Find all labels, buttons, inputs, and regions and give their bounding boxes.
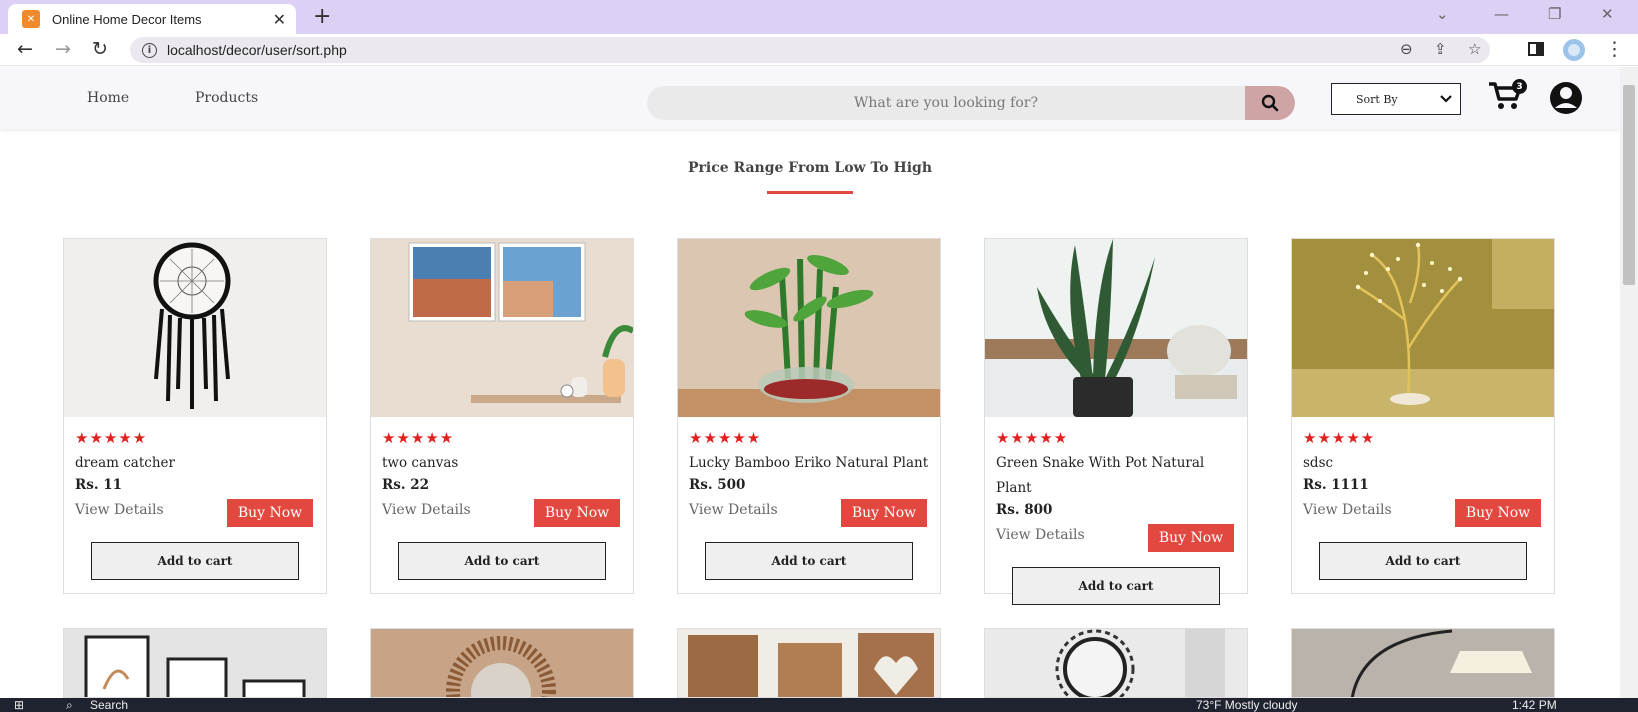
product-card: ★★★★★ sdsc Rs. 1111 View Details Buy Now… xyxy=(1291,238,1555,594)
buy-now-button[interactable]: Buy Now xyxy=(1148,524,1234,552)
product-card: ★★★★★ dream catcher Rs. 11 View Details … xyxy=(63,238,327,594)
view-details-link[interactable]: View Details xyxy=(382,502,471,518)
url-text: localhost/decor/user/sort.php xyxy=(167,42,347,58)
buy-now-button[interactable]: Buy Now xyxy=(841,499,927,527)
product-price: Rs. 500 xyxy=(689,477,746,493)
title-underline xyxy=(767,191,853,194)
product-price: Rs. 800 xyxy=(996,502,1053,518)
search-bar xyxy=(647,86,1295,120)
windows-start-icon[interactable]: ⊞ xyxy=(14,698,24,712)
close-tab-icon[interactable]: ✕ xyxy=(273,10,286,29)
zoom-icon[interactable]: ⊖ xyxy=(1400,40,1413,58)
product-name: two canvas xyxy=(382,455,459,471)
product-image[interactable] xyxy=(64,239,326,417)
profile-avatar-icon[interactable] xyxy=(1562,38,1586,66)
buy-now-button[interactable]: Buy Now xyxy=(534,499,620,527)
view-details-link[interactable]: View Details xyxy=(75,502,164,518)
xampp-icon: ✕ xyxy=(22,10,40,28)
browser-tab[interactable]: ✕ Online Home Decor Items ✕ xyxy=(8,4,296,34)
product-price: Rs. 1111 xyxy=(1303,477,1369,493)
product-image[interactable] xyxy=(985,239,1247,417)
rating-stars: ★★★★★ xyxy=(1303,429,1376,447)
page-scrollbar[interactable] xyxy=(1620,67,1638,700)
omnibox[interactable]: i localhost/decor/user/sort.php ⊖ ⇪ ☆ xyxy=(130,37,1490,63)
user-account-icon[interactable] xyxy=(1547,81,1585,119)
bookmark-star-icon[interactable]: ☆ xyxy=(1468,40,1481,58)
taskbar-search-icon[interactable]: ⌕ xyxy=(66,698,73,712)
reload-icon[interactable]: ↻ xyxy=(92,38,108,60)
nav-home-link[interactable]: Home xyxy=(87,90,129,106)
minimize-icon[interactable]: — xyxy=(1494,5,1509,23)
product-image[interactable] xyxy=(1292,239,1554,417)
add-to-cart-button[interactable]: Add to cart xyxy=(1012,567,1220,605)
view-details-link[interactable]: View Details xyxy=(689,502,778,518)
weather-text[interactable]: 73°F Mostly cloudy xyxy=(1196,698,1298,712)
taskbar-search-label[interactable]: Search xyxy=(90,698,128,712)
product-name: sdsc xyxy=(1303,455,1334,471)
product-card[interactable] xyxy=(370,628,634,698)
product-card[interactable] xyxy=(63,628,327,698)
search-input[interactable] xyxy=(647,86,1245,120)
side-panel-icon[interactable] xyxy=(1527,40,1545,62)
product-price: Rs. 11 xyxy=(75,477,123,493)
close-window-icon[interactable]: ✕ xyxy=(1601,5,1614,23)
view-details-link[interactable]: View Details xyxy=(1303,502,1392,518)
new-tab-icon[interactable]: + xyxy=(313,4,331,29)
product-card: ★★★★★ Green Snake With Pot Natural Plant… xyxy=(984,238,1248,605)
buy-now-button[interactable]: Buy Now xyxy=(227,499,313,527)
buy-now-button[interactable]: Buy Now xyxy=(1455,499,1541,527)
site-header: Home Products Sort By 3 xyxy=(0,67,1620,129)
menu-kebab-icon[interactable]: ⋮ xyxy=(1605,38,1624,60)
product-name: dream catcher xyxy=(75,455,175,471)
product-image[interactable] xyxy=(371,239,633,417)
rating-stars: ★★★★★ xyxy=(75,429,148,447)
add-to-cart-button[interactable]: Add to cart xyxy=(705,542,913,580)
product-image[interactable] xyxy=(678,239,940,417)
add-to-cart-button[interactable]: Add to cart xyxy=(91,542,299,580)
address-bar: ← → ↻ i localhost/decor/user/sort.php ⊖ … xyxy=(0,34,1638,66)
search-icon xyxy=(1261,94,1279,112)
product-name: Green Snake With Pot Natural Plant xyxy=(996,455,1205,496)
rating-stars: ★★★★★ xyxy=(689,429,762,447)
restore-icon[interactable]: ❐ xyxy=(1548,5,1561,23)
add-to-cart-button[interactable]: Add to cart xyxy=(398,542,606,580)
product-card[interactable] xyxy=(677,628,941,698)
browser-tab-bar: ✕ Online Home Decor Items ✕ + ⌄ — ❐ ✕ xyxy=(0,0,1638,34)
product-name: Lucky Bamboo Eriko Natural Plant xyxy=(689,455,929,471)
view-details-link[interactable]: View Details xyxy=(996,527,1085,543)
cart-count-badge: 3 xyxy=(1512,79,1527,94)
product-card: ★★★★★ two canvas Rs. 22 View Details Buy… xyxy=(370,238,634,594)
scrollbar-thumb[interactable] xyxy=(1623,85,1635,285)
tab-search-chevron-icon[interactable]: ⌄ xyxy=(1436,5,1449,23)
product-price: Rs. 22 xyxy=(382,477,430,493)
forward-icon[interactable]: → xyxy=(55,38,71,60)
chevron-down-icon xyxy=(1440,95,1452,103)
product-card: ★★★★★ Lucky Bamboo Eriko Natural Plant R… xyxy=(677,238,941,594)
share-icon[interactable]: ⇪ xyxy=(1434,40,1447,58)
product-card[interactable] xyxy=(984,628,1248,698)
sort-by-select[interactable]: Sort By xyxy=(1331,83,1461,115)
nav-products-link[interactable]: Products xyxy=(195,90,258,106)
back-icon[interactable]: ← xyxy=(17,38,33,60)
search-button[interactable] xyxy=(1245,86,1295,120)
product-card[interactable] xyxy=(1291,628,1555,698)
rating-stars: ★★★★★ xyxy=(382,429,455,447)
section-title: Price Range From Low To High xyxy=(687,160,933,176)
add-to-cart-button[interactable]: Add to cart xyxy=(1319,542,1527,580)
tab-title: Online Home Decor Items xyxy=(52,11,202,27)
sort-by-label: Sort By xyxy=(1356,92,1398,106)
site-info-icon[interactable]: i xyxy=(142,42,157,58)
clock-time[interactable]: 1:42 PM xyxy=(1512,698,1557,712)
windows-taskbar: ⊞ ⌕ Search 73°F Mostly cloudy 1:42 PM xyxy=(0,698,1638,712)
rating-stars: ★★★★★ xyxy=(996,429,1069,447)
